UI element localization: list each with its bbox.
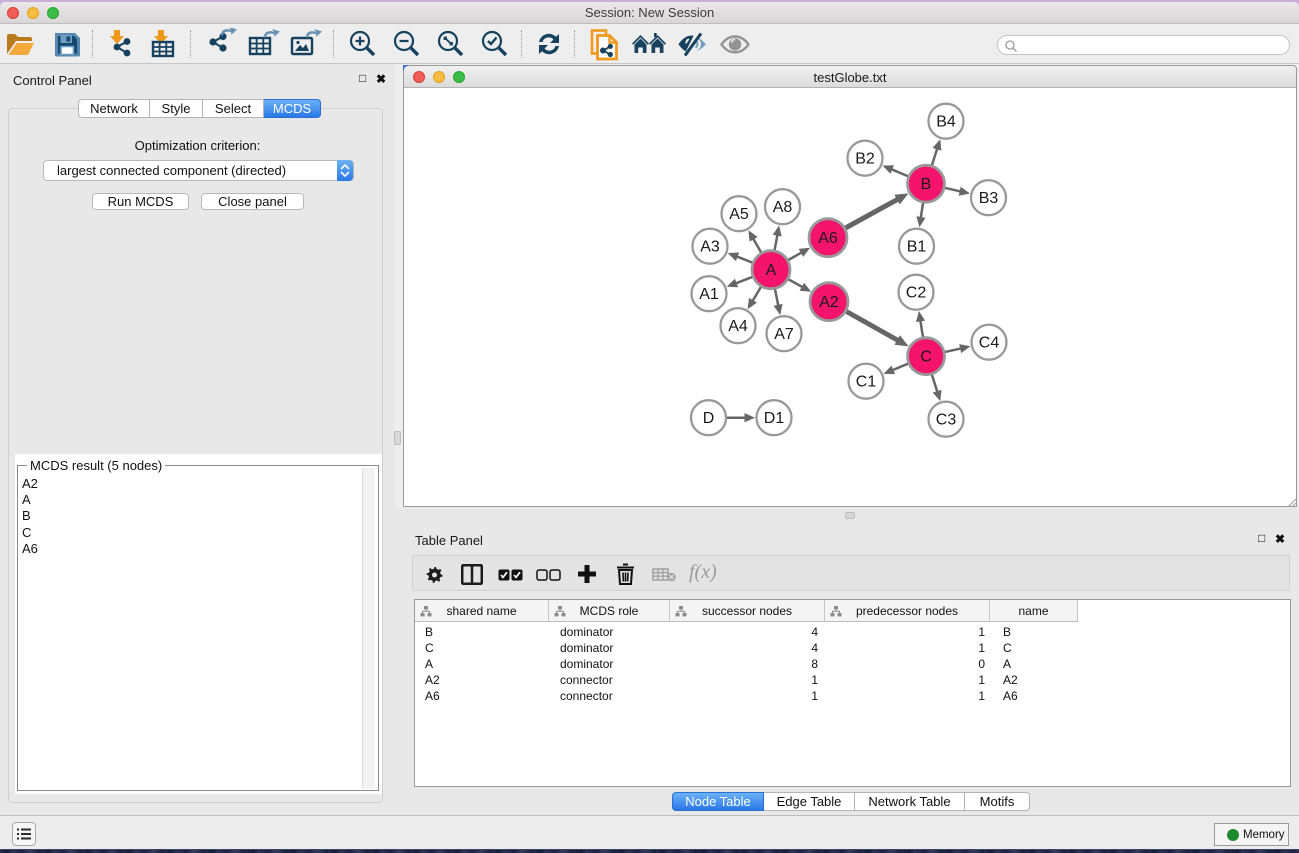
svg-text:C1: C1	[856, 374, 877, 391]
svg-text:D: D	[703, 410, 715, 427]
svg-text:D1: D1	[764, 410, 785, 427]
svg-text:B2: B2	[855, 151, 875, 168]
svg-text:A3: A3	[700, 239, 720, 256]
svg-text:A8: A8	[773, 199, 793, 216]
svg-text:A1: A1	[699, 286, 719, 303]
svg-text:B: B	[921, 176, 932, 193]
svg-text:B3: B3	[979, 190, 999, 207]
svg-text:A: A	[766, 262, 777, 279]
svg-text:C3: C3	[936, 412, 957, 429]
svg-text:B4: B4	[936, 114, 956, 131]
svg-text:C: C	[920, 349, 932, 366]
svg-text:C2: C2	[906, 285, 927, 302]
svg-text:A4: A4	[728, 318, 748, 335]
svg-text:A2: A2	[819, 294, 839, 311]
svg-text:A6: A6	[818, 230, 838, 247]
svg-text:A5: A5	[729, 206, 749, 223]
svg-text:B1: B1	[907, 239, 927, 256]
svg-text:C4: C4	[979, 335, 1000, 352]
svg-text:A7: A7	[774, 326, 794, 343]
